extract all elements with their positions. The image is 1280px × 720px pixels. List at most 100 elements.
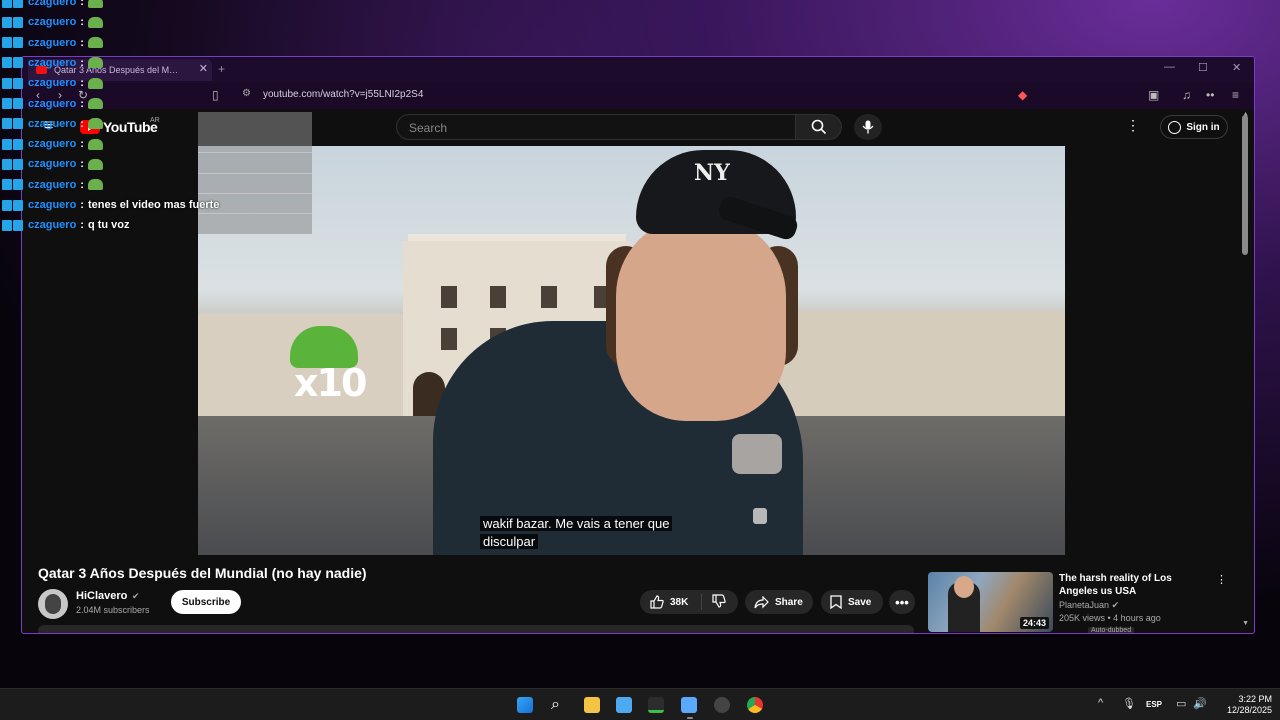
more-vert-icon[interactable]: ⋮ (1126, 117, 1140, 134)
channel-name[interactable]: HiClavero (76, 590, 127, 602)
search-input[interactable]: Search (396, 114, 796, 140)
video-subtitles: wakif bazar. Me vais a tener que disculp… (480, 515, 780, 551)
building-window (490, 286, 506, 308)
network-icon[interactable]: ▭ (1176, 697, 1186, 710)
search-icon[interactable]: ⌕ (551, 696, 560, 714)
save-icon (830, 595, 842, 609)
verified-icon: ✔ (1111, 600, 1120, 610)
file-explorer-icon[interactable] (584, 697, 600, 713)
chat-username[interactable]: czaguero (28, 37, 76, 49)
chat-separator: : (80, 117, 84, 130)
like-count: 38K (670, 596, 689, 608)
share-icon (754, 595, 769, 608)
description-box[interactable] (38, 625, 914, 633)
app-icon[interactable] (714, 697, 730, 713)
building-right (773, 311, 1065, 421)
share-label: Share (775, 596, 803, 608)
chat-message: czaguero: q tu voz (2, 216, 130, 234)
cap-logo: NY (694, 160, 730, 186)
extensions-icon[interactable]: •• (1206, 88, 1214, 102)
chat-message: czaguero: (2, 176, 103, 194)
scroll-down-icon[interactable]: ▼ (1242, 620, 1249, 627)
sidebar-icon[interactable]: ▣ (1148, 88, 1159, 102)
chat-username[interactable]: czaguero (28, 158, 76, 170)
recommended-channel-name: PlanetaJuan (1059, 600, 1110, 610)
pepe-emote-icon (87, 57, 103, 69)
brave-shield-icon[interactable]: ◆ (1018, 88, 1027, 102)
search-icon (811, 119, 826, 135)
pepe-emote-icon (87, 98, 103, 109)
store-icon[interactable] (616, 697, 632, 713)
language-indicator[interactable]: ESP (1146, 700, 1162, 709)
chat-separator: : (80, 219, 84, 232)
minimize-icon[interactable]: — (1164, 61, 1175, 73)
recommended-channel[interactable]: PlanetaJuan ✔ (1059, 600, 1119, 611)
chat-badge-icon (2, 37, 24, 49)
save-button[interactable]: Save (821, 590, 883, 614)
chat-username[interactable]: czaguero (28, 138, 76, 150)
share-button[interactable]: Share (745, 590, 813, 614)
chat-username[interactable]: czaguero (28, 179, 76, 191)
pepe-emote-icon (87, 118, 103, 130)
recommended-more-icon[interactable]: ⋮ (1216, 573, 1227, 586)
video-duration: 24:43 (1019, 617, 1049, 629)
search-button[interactable] (796, 114, 842, 140)
video-player[interactable]: NY x10 wakif bazar. Me vais a tener que … (198, 146, 1065, 555)
signin-button[interactable]: Sign in (1160, 115, 1228, 139)
browser-menu-icon[interactable]: ≡ (1232, 88, 1239, 102)
chat-separator: : (80, 138, 84, 151)
terminal-icon[interactable] (648, 697, 664, 713)
chat-message: czaguero: (2, 155, 103, 173)
chat-username[interactable]: czaguero (28, 0, 76, 8)
chrome-icon[interactable] (747, 697, 763, 713)
channel-avatar[interactable] (38, 589, 68, 619)
app-icon[interactable] (681, 697, 697, 713)
recommended-title[interactable]: The harsh reality of Los Angeles us USA (1059, 572, 1213, 598)
chat-username[interactable]: czaguero (28, 57, 76, 69)
mic-tray-icon[interactable]: 🎙 (1122, 697, 1136, 710)
chat-message: czaguero: tenes el video mas fuerte (2, 196, 219, 214)
chat-badge-icon (2, 57, 24, 69)
chat-overlay: czaguero: czaguero: czaguero: czaguero: czag… (0, 0, 312, 235)
chat-message: czaguero: (2, 13, 103, 31)
chat-separator: : (80, 77, 84, 90)
chat-separator: : (80, 199, 84, 211)
tray-overflow-icon[interactable]: ^ (1098, 697, 1103, 709)
chat-message: czaguero: (2, 54, 103, 72)
pepe-emote-icon (87, 16, 103, 28)
subscribe-button[interactable]: Subscribe (171, 590, 241, 614)
music-icon[interactable]: ♫ (1182, 88, 1191, 102)
chat-badge-icon (2, 158, 24, 170)
chat-badge-icon (2, 138, 24, 150)
chat-separator: : (80, 0, 84, 8)
chat-badge-icon (2, 179, 24, 191)
chat-divider (198, 193, 312, 194)
chat-badge-icon (2, 219, 24, 231)
page-scrollbar[interactable] (1242, 115, 1248, 255)
chat-message: czaguero: (2, 95, 103, 113)
chat-username[interactable]: czaguero (28, 118, 76, 130)
pepe-emote-icon (87, 0, 103, 8)
maximize-icon[interactable]: ☐ (1198, 61, 1208, 74)
volume-icon[interactable]: 🔊 (1193, 697, 1207, 710)
clock[interactable]: 3:22 PM 12/28/2025 (1212, 694, 1272, 716)
voice-search-button[interactable] (854, 114, 882, 140)
chat-username[interactable]: czaguero (28, 16, 76, 28)
recommended-thumbnail[interactable]: 24:43 (928, 572, 1053, 632)
dislike-button[interactable] (702, 593, 726, 611)
chat-badge-icon (2, 77, 24, 89)
shirt-logo (732, 434, 782, 474)
like-dislike-group: 38K (640, 590, 738, 614)
close-window-icon[interactable]: ✕ (1232, 61, 1241, 74)
emote-multiplier: x10 (294, 361, 367, 405)
like-button[interactable]: 38K (640, 594, 702, 610)
active-indicator (687, 717, 693, 719)
chat-username[interactable]: czaguero (28, 219, 76, 231)
chat-username[interactable]: czaguero (28, 98, 76, 110)
chat-message: czaguero: (2, 74, 103, 92)
windows-icon[interactable] (517, 697, 533, 713)
chat-separator: : (80, 97, 84, 110)
chat-username[interactable]: czaguero (28, 77, 76, 89)
more-actions-button[interactable]: ••• (889, 590, 915, 614)
chat-username[interactable]: czaguero (28, 199, 76, 211)
